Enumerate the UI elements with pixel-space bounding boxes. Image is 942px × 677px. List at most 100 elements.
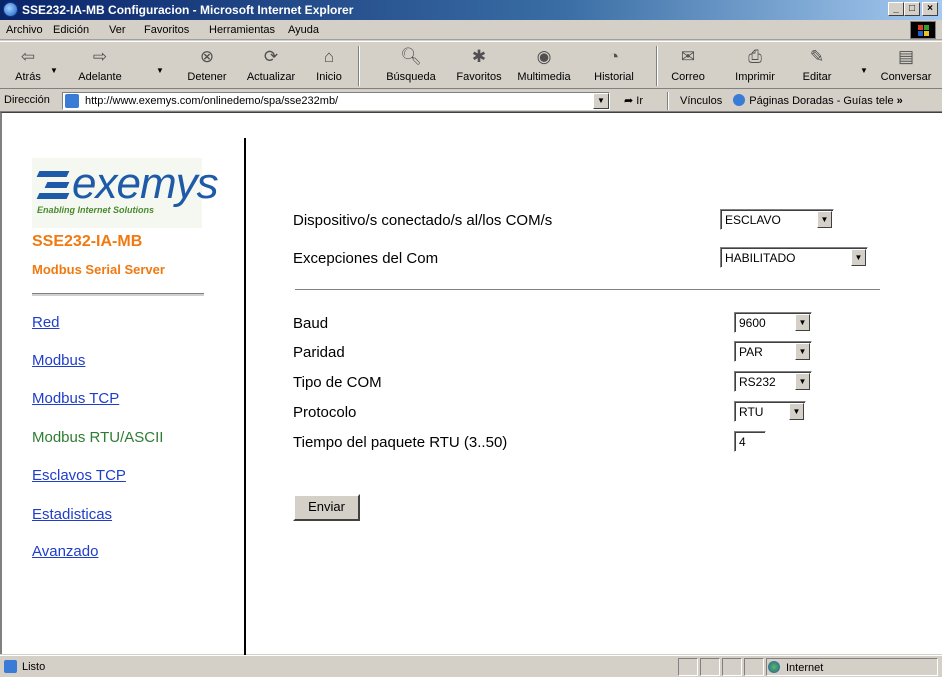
status-bar: Listo Internet [0, 655, 942, 677]
print-button[interactable]: ⎙ Imprimir [730, 44, 780, 88]
device-label: Dispositivo/s conectado/s al/los COM/s [293, 212, 553, 229]
nav-link-esclavos-tcp[interactable]: Esclavos TCP [32, 467, 126, 484]
title-bar: SSE232-IA-MB Configuracion - Microsoft I… [0, 0, 942, 20]
stop-icon: ⊗ [199, 47, 215, 66]
forward-button[interactable]: ⇨ Adelante [70, 44, 130, 88]
mail-icon: ✉ [680, 47, 696, 66]
rtu-time-label: Tiempo del paquete RTU (3..50) [293, 434, 508, 451]
nav-link-modbus-rtu-ascii[interactable]: Modbus RTU/ASCII [32, 429, 163, 446]
status-pane [700, 658, 720, 676]
back-dropdown-icon[interactable]: ▼ [50, 66, 58, 75]
links-label[interactable]: Vínculos [680, 95, 722, 107]
nav-link-modbus[interactable]: Modbus [32, 352, 85, 369]
status-pane [678, 658, 698, 676]
forward-arrow-icon: ⇨ [92, 47, 108, 66]
menu-bar: Archivo Edición Ver Favoritos Herramient… [0, 20, 942, 40]
windows-logo-icon [910, 21, 936, 39]
status-text: Listo [22, 661, 46, 673]
multimedia-icon: ◉ [536, 47, 552, 66]
menu-edicion[interactable]: Edición [53, 24, 89, 36]
page-icon [65, 94, 79, 108]
search-icon: 🔍︎ [400, 47, 422, 66]
security-zone: Internet [768, 661, 823, 674]
baud-select[interactable]: 9600 ▼ [734, 312, 812, 333]
favorites-button[interactable]: ✱ Favoritos [450, 44, 508, 88]
forward-dropdown-icon[interactable]: ▼ [156, 66, 164, 75]
refresh-button[interactable]: ⟳ Actualizar [240, 44, 302, 88]
home-icon: ⌂ [323, 47, 335, 66]
device-select[interactable]: ESCLAVO ▼ [720, 209, 834, 230]
edit-dropdown-icon[interactable]: ▼ [860, 66, 868, 75]
address-dropdown-icon[interactable]: ▼ [593, 93, 609, 109]
browser-window: SSE232-IA-MB Configuracion - Microsoft I… [0, 0, 942, 677]
go-label: Ir [636, 95, 644, 107]
nav-link-avanzado[interactable]: Avanzado [32, 543, 98, 560]
page-content: exemys Enabling Internet Solutions SSE23… [0, 112, 942, 655]
protocol-select[interactable]: RTU ▼ [734, 401, 806, 422]
mail-button[interactable]: ✉ Correo [666, 44, 710, 88]
chevron-down-icon: ▼ [795, 343, 810, 360]
minimize-button[interactable]: _ [888, 2, 904, 16]
address-input[interactable]: http://www.exemys.com/onlinedemo/spa/sse… [62, 92, 610, 110]
nav-link-estadisticas[interactable]: Estadisticas [32, 506, 112, 523]
parity-select[interactable]: PAR ▼ [734, 341, 812, 362]
menu-ver[interactable]: Ver [109, 24, 126, 36]
product-subtitle: Modbus Serial Server [32, 262, 165, 277]
sidebar-divider [32, 293, 204, 296]
protocol-label: Protocolo [293, 404, 357, 421]
go-button[interactable]: ➦ Ir [624, 94, 643, 107]
globe-icon [768, 661, 780, 673]
chevron-down-icon: ▼ [795, 314, 810, 331]
home-button[interactable]: ⌂ Inicio [308, 44, 350, 88]
back-button[interactable]: ⇦ Atrás [8, 44, 48, 88]
history-button[interactable]: ◔ Historial [588, 44, 640, 88]
address-separator [667, 92, 669, 110]
com-type-label: Tipo de COM [293, 374, 382, 391]
address-bar: Dirección http://www.exemys.com/onlinede… [0, 90, 942, 112]
exceptions-label: Excepciones del Com [293, 250, 439, 267]
discuss-icon: ▤ [897, 47, 915, 66]
history-icon: ◔ [608, 47, 620, 66]
standard-toolbar: ⇦ Atrás ▼ ⇨ Adelante ▼ ⊗ Detener ⟳ Actua… [0, 41, 942, 89]
baud-label: Baud [293, 315, 329, 332]
status-pane [744, 658, 764, 676]
menu-ayuda[interactable]: Ayuda [288, 24, 319, 36]
ie-logo-icon [3, 2, 18, 17]
go-arrow-icon: ➦ [624, 95, 634, 107]
maximize-button[interactable]: □ [904, 2, 920, 16]
toolbar-separator [358, 46, 360, 86]
exemys-mark-icon [36, 171, 70, 201]
sidebar: exemys Enabling Internet Solutions SSE23… [4, 138, 246, 655]
com-type-select[interactable]: RS232 ▼ [734, 371, 812, 392]
print-icon: ⎙ [748, 47, 762, 66]
nav-link-red[interactable]: Red [32, 314, 60, 331]
menu-herramientas[interactable]: Herramientas [209, 24, 275, 36]
address-url[interactable]: http://www.exemys.com/onlinedemo/spa/sse… [85, 95, 338, 107]
page-icon [4, 660, 17, 673]
chevron-down-icon: ▼ [851, 249, 866, 266]
rtu-time-input[interactable]: 4 [734, 431, 766, 452]
exemys-logo: exemys Enabling Internet Solutions [32, 158, 219, 228]
address-label: Dirección [4, 94, 50, 106]
edit-icon: ✎ [809, 47, 825, 66]
links-bar: Vínculos Páginas Doradas - Guías tele » [680, 94, 903, 107]
favorites-icon: ✱ [471, 47, 487, 66]
nav-link-modbus-tcp[interactable]: Modbus TCP [32, 390, 119, 407]
send-button[interactable]: Enviar [293, 494, 360, 521]
window-title: SSE232-IA-MB Configuracion - Microsoft I… [22, 3, 354, 17]
discuss-button[interactable]: ▤ Conversar [876, 44, 936, 88]
exceptions-select[interactable]: HABILITADO ▼ [720, 247, 868, 268]
chevron-down-icon: ▼ [789, 403, 804, 420]
close-button[interactable]: × [922, 2, 938, 16]
menu-archivo[interactable]: Archivo [6, 24, 43, 36]
page-icon [733, 94, 746, 106]
edit-button[interactable]: ✎ Editar [797, 44, 837, 88]
menu-favoritos[interactable]: Favoritos [144, 24, 189, 36]
multimedia-button[interactable]: ◉ Multimedia [513, 44, 575, 88]
refresh-icon: ⟳ [263, 47, 279, 66]
stop-button[interactable]: ⊗ Detener [180, 44, 234, 88]
search-button[interactable]: 🔍︎ Búsqueda [380, 44, 442, 88]
links-item[interactable]: Páginas Doradas - Guías tele [749, 95, 893, 107]
links-chevron-icon[interactable]: » [897, 95, 903, 107]
product-name: SSE232-IA-MB [32, 233, 143, 250]
